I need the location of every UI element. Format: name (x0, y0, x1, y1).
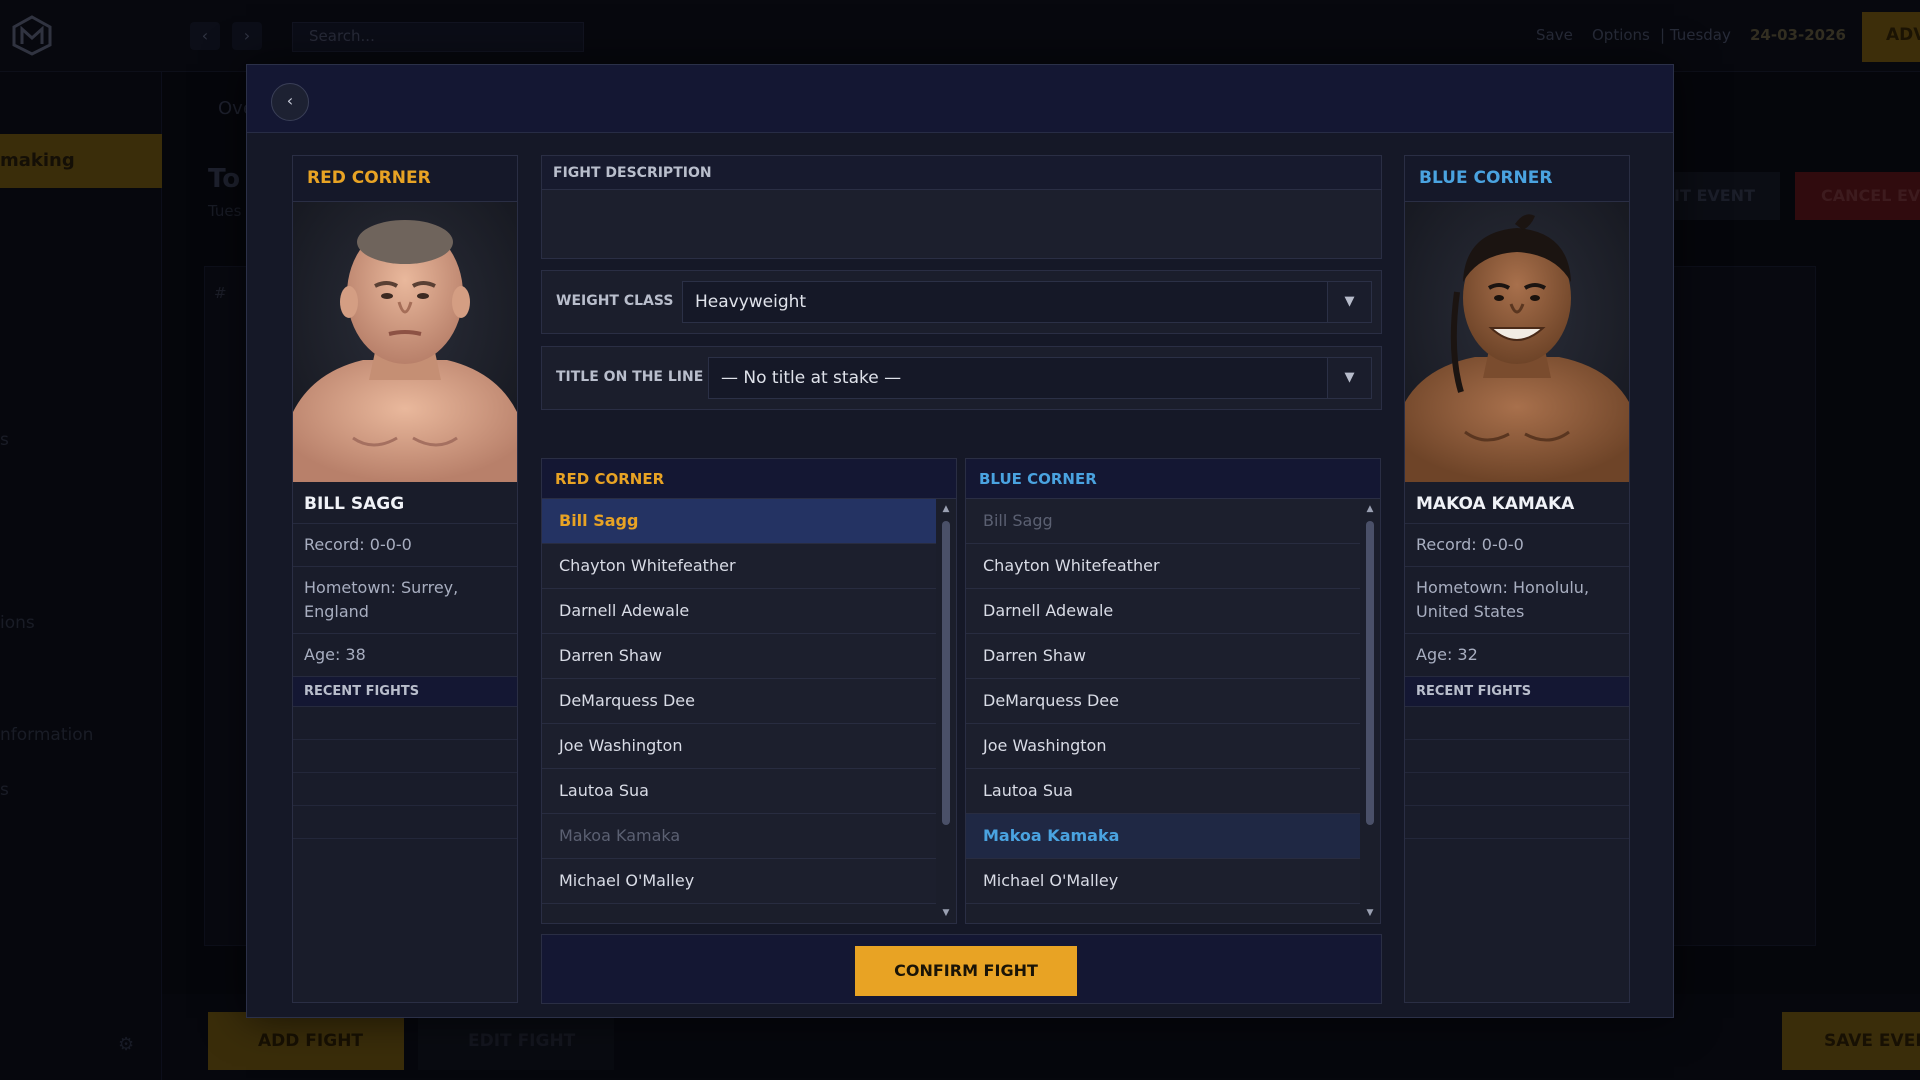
chevron-down-icon[interactable]: ▼ (1327, 358, 1371, 398)
fight-description-box: FIGHT DESCRIPTION (541, 155, 1382, 259)
red-fighter-portrait (293, 202, 517, 482)
fighter-list-item[interactable]: Darnell Adewale (542, 589, 936, 634)
scroll-down-icon[interactable]: ▼ (1363, 907, 1377, 919)
modal-back-button[interactable]: ‹ (271, 83, 309, 121)
weight-class-label: WEIGHT CLASS (556, 293, 674, 309)
scroll-up-icon[interactable]: ▲ (1363, 503, 1377, 515)
weight-class-select[interactable]: Heavyweight ▼ (682, 281, 1372, 323)
recent-fight-row (293, 707, 517, 740)
title-on-line-select[interactable]: — No title at stake — ▼ (708, 357, 1372, 399)
fighter-list-item[interactable]: Joe Washington (966, 724, 1360, 769)
title-on-line-label: TITLE ON THE LINE (556, 369, 704, 385)
red-fighter-record: Record: 0-0-0 (293, 524, 517, 567)
fighter-list-item[interactable]: Joe Washington (542, 724, 936, 769)
recent-fight-row (1405, 740, 1629, 773)
blue-list-scrollbar[interactable]: ▲ ▼ (1363, 503, 1377, 919)
red-corner-card: RED CORNER BILL SAGG Record: 0-0-0 Homet… (292, 155, 518, 1003)
red-fighter-age: Age: 38 (293, 634, 517, 677)
red-fighter-list-items: Bill Sagg Chayton Whitefeather Darnell Ade… (542, 499, 936, 923)
scroll-thumb[interactable] (1366, 521, 1374, 825)
fighter-list-item[interactable]: Chayton Whitefeather (542, 544, 936, 589)
chevron-down-icon[interactable]: ▼ (1327, 282, 1371, 322)
fighter-list-item[interactable]: Darnell Adewale (966, 589, 1360, 634)
recent-fight-row (293, 740, 517, 773)
recent-fight-row (1405, 806, 1629, 839)
confirm-bar: CONFIRM FIGHT (541, 934, 1382, 1004)
create-fight-modal: ‹ RED CORNER BILL SAGG Record: 0-0-0 Hom… (246, 64, 1674, 1018)
fighter-list-item[interactable]: DeMarquess Dee (542, 679, 936, 724)
fighter-list-item[interactable]: DeMarquess Dee (966, 679, 1360, 724)
fighter-list-item[interactable]: Chayton Whitefeather (966, 544, 1360, 589)
title-on-line-row: TITLE ON THE LINE — No title at stake — … (541, 346, 1382, 410)
scroll-down-icon[interactable]: ▼ (939, 907, 953, 919)
red-list-scrollbar[interactable]: ▲ ▼ (939, 503, 953, 919)
blue-corner-list-header: BLUE CORNER (966, 459, 1380, 499)
blue-fighter-hometown: Hometown: Honolulu, United States (1405, 567, 1629, 634)
red-fighter-name: BILL SAGG (293, 482, 517, 524)
fight-description-input[interactable] (542, 190, 1381, 258)
blue-fighter-name: MAKOA KAMAKA (1405, 482, 1629, 524)
blue-corner-list: BLUE CORNER Bill Sagg Chayton Whitefeathe… (965, 458, 1381, 924)
red-recent-fights-header: RECENT FIGHTS (293, 677, 517, 707)
fighter-list-item[interactable]: Darren Shaw (966, 634, 1360, 679)
fighter-list-item[interactable]: Michael O'Malley (542, 859, 936, 904)
weight-class-value: Heavyweight (695, 292, 807, 312)
fighter-list-item: Makoa Kamaka (542, 814, 936, 859)
fighter-list-item[interactable]: Bill Sagg (542, 499, 936, 544)
red-corner-list: RED CORNER Bill Sagg Chayton Whitefeather… (541, 458, 957, 924)
confirm-fight-button[interactable]: CONFIRM FIGHT (855, 946, 1077, 996)
red-fighter-hometown: Hometown: Surrey, England (293, 567, 517, 634)
blue-corner-header: BLUE CORNER (1405, 156, 1629, 202)
scroll-thumb[interactable] (942, 521, 950, 825)
recent-fight-row (293, 806, 517, 839)
fighter-list-item[interactable]: Lautoa Sua (542, 769, 936, 814)
blue-fighter-age: Age: 32 (1405, 634, 1629, 677)
fighter-list-item[interactable]: Michael O'Malley (966, 859, 1360, 904)
fight-description-label: FIGHT DESCRIPTION (542, 156, 1381, 190)
blue-fighter-portrait (1405, 202, 1629, 482)
scroll-up-icon[interactable]: ▲ (939, 503, 953, 515)
blue-recent-fights-header: RECENT FIGHTS (1405, 677, 1629, 707)
blue-fighter-list-items: Bill Sagg Chayton Whitefeather Darnell Ade… (966, 499, 1360, 923)
fighter-list-item: Bill Sagg (966, 499, 1360, 544)
recent-fight-row (1405, 773, 1629, 806)
fighter-list-item[interactable]: Makoa Kamaka (966, 814, 1360, 859)
red-corner-header: RED CORNER (293, 156, 517, 202)
blue-corner-card: BLUE CORNER MAKOA KAMAKA Record: 0-0-0 H… (1404, 155, 1630, 1003)
modal-header: ‹ (247, 65, 1673, 133)
red-corner-list-header: RED CORNER (542, 459, 956, 499)
recent-fight-row (293, 773, 517, 806)
title-on-line-value: — No title at stake — (721, 368, 902, 388)
weight-class-row: WEIGHT CLASS Heavyweight ▼ (541, 270, 1382, 334)
recent-fight-row (1405, 707, 1629, 740)
fighter-list-item[interactable]: Lautoa Sua (966, 769, 1360, 814)
fighter-list-item[interactable]: Darren Shaw (542, 634, 936, 679)
blue-fighter-record: Record: 0-0-0 (1405, 524, 1629, 567)
